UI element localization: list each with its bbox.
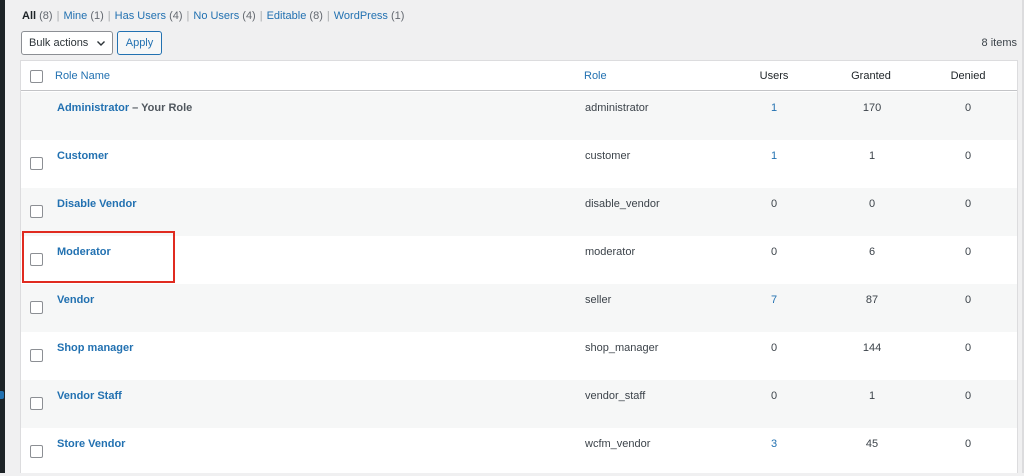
view-has-users-link[interactable]: Has Users <box>115 10 166 22</box>
apply-button[interactable]: Apply <box>117 31 162 55</box>
table-row: Moderator moderator 0 6 0 <box>21 236 1017 284</box>
bulk-actions-select[interactable]: Bulk actions <box>21 31 113 55</box>
role-slug: wcfm_vendor <box>585 438 651 450</box>
row-checkbox[interactable] <box>30 157 43 170</box>
role-slug: seller <box>585 294 612 306</box>
role-name-link[interactable]: Shop manager <box>57 342 133 354</box>
view-separator: | <box>186 10 190 22</box>
select-all-checkbox[interactable] <box>30 70 43 83</box>
view-wordpress-count: (1) <box>391 10 405 22</box>
role-slug: administrator <box>585 102 649 114</box>
role-name-link[interactable]: Vendor Staff <box>57 390 122 402</box>
table-header: Role Name Role Users Granted Denied <box>21 61 1017 91</box>
view-separator: | <box>326 10 330 22</box>
admin-sidebar-edge <box>0 0 5 473</box>
role-name-link[interactable]: Vendor <box>57 294 94 306</box>
chevron-down-icon <box>97 41 105 46</box>
view-separator: | <box>259 10 263 22</box>
view-wordpress-link[interactable]: WordPress <box>334 10 388 22</box>
role-slug: disable_vendor <box>585 198 660 210</box>
role-slug: vendor_staff <box>585 390 646 402</box>
view-separator: | <box>56 10 60 22</box>
view-mine-count: (1) <box>90 10 104 22</box>
row-checkbox[interactable] <box>30 349 43 362</box>
row-checkbox[interactable] <box>30 397 43 410</box>
role-name-link[interactable]: Disable Vendor <box>57 198 136 210</box>
row-checkbox[interactable] <box>30 445 43 458</box>
column-role-name[interactable]: Role Name <box>55 70 110 82</box>
table-row: Administrator – Your Role administrator … <box>21 92 1017 140</box>
view-no-users-link[interactable]: No Users <box>193 10 239 22</box>
role-name-link[interactable]: Customer <box>57 150 108 162</box>
your-role-label: – Your Role <box>129 102 193 114</box>
views-filter-bar: All (8) | Mine (1) | Has Users (4) | No Users … <box>22 10 404 22</box>
role-slug: shop_manager <box>585 342 659 354</box>
view-mine-link[interactable]: Mine <box>63 10 87 22</box>
table-row: Vendor seller 7 87 0 <box>21 284 1017 332</box>
roles-table: Role Name Role Users Granted Denied Admi… <box>20 60 1018 473</box>
role-name-link[interactable]: Store Vendor <box>57 438 125 450</box>
bulk-actions-value: Bulk actions <box>29 37 89 49</box>
table-row: Disable Vendor disable_vendor 0 0 0 <box>21 188 1017 236</box>
sidebar-active-indicator <box>0 391 4 399</box>
row-checkbox[interactable] <box>30 205 43 218</box>
role-slug: customer <box>585 150 631 162</box>
row-checkbox[interactable] <box>30 301 43 314</box>
view-separator: | <box>107 10 111 22</box>
items-count: 8 items <box>981 37 1017 49</box>
role-name-link[interactable]: Administrator – Your Role <box>57 102 192 114</box>
view-editable-count: (8) <box>309 10 323 22</box>
table-row: Shop manager shop_manager 0 144 0 <box>21 332 1017 380</box>
view-editable-link[interactable]: Editable <box>267 10 307 22</box>
view-all-link[interactable]: All <box>22 10 36 22</box>
view-has-users-count: (4) <box>169 10 183 22</box>
view-no-users-count: (4) <box>242 10 256 22</box>
table-row: Vendor Staff vendor_staff 0 1 0 <box>21 380 1017 428</box>
role-slug: moderator <box>585 246 636 258</box>
role-name-link[interactable]: Moderator <box>57 246 111 258</box>
table-row: Customer customer 1 1 0 <box>21 140 1017 188</box>
table-row: Store Vendor wcfm_vendor 3 45 0 <box>21 428 1017 476</box>
view-all-count: (8) <box>39 10 53 22</box>
row-checkbox[interactable] <box>30 253 43 266</box>
column-role[interactable]: Role <box>584 70 607 82</box>
